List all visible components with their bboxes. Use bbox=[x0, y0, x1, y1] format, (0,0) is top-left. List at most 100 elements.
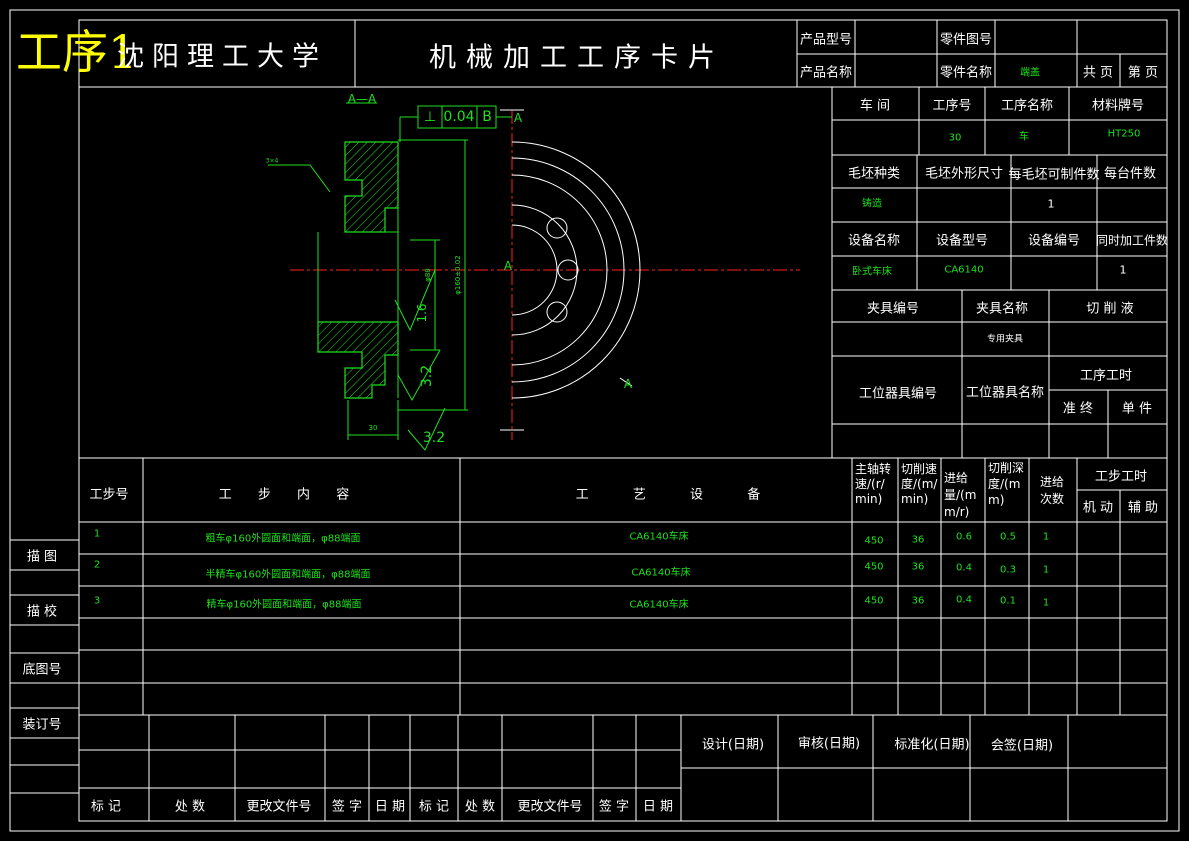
roughness-1: 1.6 bbox=[415, 303, 429, 323]
sidebar-trace: 描 图 bbox=[26, 549, 58, 565]
op-name-value: 车 bbox=[1019, 131, 1029, 143]
equip-model-value: CA6140 bbox=[944, 264, 984, 276]
roughness-3: 3.2 bbox=[422, 430, 446, 446]
col-step-no: 工步号 bbox=[89, 487, 129, 503]
col-aux: 辅 助 bbox=[1127, 500, 1159, 516]
footer-standard: 标准化(日期) bbox=[894, 737, 970, 753]
fixture-name-value: 专用夹具 bbox=[986, 334, 1024, 345]
parts-per-blank-label: 每毛坯可制件数 bbox=[1008, 167, 1100, 183]
step-spindle: 450 bbox=[864, 561, 884, 573]
leader-text: 3×4 bbox=[265, 157, 279, 165]
dim-diameter-2: φ160±0.02 bbox=[454, 255, 462, 295]
station-tool-name-label: 工位器具名称 bbox=[965, 385, 1045, 401]
equip-no-label: 设备编号 bbox=[1027, 233, 1081, 249]
sidebar-base-no: 底图号 bbox=[22, 662, 62, 678]
footer-sign: 签 字 bbox=[598, 799, 630, 815]
simul-parts-value: 1 bbox=[1119, 263, 1127, 277]
material-value: HT250 bbox=[1107, 128, 1141, 140]
dim-diameter-1: φ88 bbox=[424, 268, 432, 282]
step-speed: 36 bbox=[911, 595, 925, 607]
step-spindle: 450 bbox=[864, 535, 884, 547]
footer-countersign: 会签(日期) bbox=[990, 738, 1054, 754]
footer-change-doc: 更改文件号 bbox=[246, 799, 312, 815]
footer-count: 处 数 bbox=[174, 799, 206, 815]
part-name-label: 零件名称 bbox=[939, 65, 993, 81]
marker-a-center: A bbox=[503, 259, 513, 273]
step-equipment: CA6140车床 bbox=[631, 567, 691, 579]
card-title: 机械加工工序卡片 bbox=[429, 42, 725, 74]
blank-type-label: 毛坯种类 bbox=[847, 166, 901, 182]
product-name-label: 产品名称 bbox=[799, 65, 853, 81]
datum-label: B bbox=[482, 109, 492, 125]
step-passes: 1 bbox=[1042, 531, 1050, 543]
step-content: 半精车φ160外圆面和端面，φ88端面 bbox=[205, 569, 371, 581]
prep-label: 准 终 bbox=[1062, 401, 1094, 417]
sidebar-check: 描 校 bbox=[26, 604, 58, 620]
col-feed: 进给量/(mm/r) bbox=[944, 471, 977, 519]
step-no: 2 bbox=[93, 559, 101, 571]
page-label: 第 页 bbox=[1127, 65, 1159, 81]
step-speed: 36 bbox=[911, 534, 925, 546]
step-passes: 1 bbox=[1042, 597, 1050, 609]
step-feed: 0.6 bbox=[956, 531, 972, 543]
op-name-label: 工序名称 bbox=[1000, 98, 1054, 114]
step-passes: 1 bbox=[1042, 564, 1050, 576]
step-depth: 0.5 bbox=[1000, 531, 1016, 543]
col-equipment: 工 艺 设 备 bbox=[575, 487, 761, 503]
step-spindle: 450 bbox=[864, 595, 884, 607]
col-machine: 机 动 bbox=[1082, 500, 1114, 516]
op-no-value: 30 bbox=[948, 132, 962, 144]
footer-change-doc: 更改文件号 bbox=[517, 799, 583, 815]
dim-bottom: 30 bbox=[368, 424, 378, 432]
col-depth: 切削深度/(mm) bbox=[988, 461, 1025, 507]
part-drawing-no-label: 零件图号 bbox=[939, 32, 993, 48]
footer-mark: 标 记 bbox=[90, 799, 122, 815]
step-depth: 0.1 bbox=[1000, 595, 1016, 607]
footer-date: 日 期 bbox=[374, 799, 406, 815]
equip-name-label: 设备名称 bbox=[847, 233, 901, 249]
station-tool-no-label: 工位器具编号 bbox=[858, 386, 938, 402]
step-content: 粗车φ160外圆面和端面，φ88端面 bbox=[205, 533, 361, 545]
step-equipment: CA6140车床 bbox=[629, 531, 689, 543]
roughness-2: 3.2 bbox=[419, 364, 435, 388]
col-content: 工 步 内 容 bbox=[218, 487, 350, 503]
section-label: A—A bbox=[347, 92, 377, 106]
op-time-label: 工序工时 bbox=[1079, 368, 1133, 384]
marker-a-top: A bbox=[513, 111, 523, 125]
card-frame bbox=[9, 9, 1180, 832]
equip-name-value: 卧式车床 bbox=[852, 266, 892, 278]
parts-per-blank-value: 1 bbox=[1047, 197, 1055, 211]
simul-parts-label: 同时加工件数 bbox=[1095, 233, 1169, 248]
footer-count: 处 数 bbox=[464, 799, 496, 815]
blank-size-label: 毛坯外形尺寸 bbox=[924, 166, 1004, 182]
step-equipment: CA6140车床 bbox=[629, 599, 689, 611]
sidebar-binding-no: 装订号 bbox=[22, 717, 62, 733]
col-step-time: 工步工时 bbox=[1094, 469, 1148, 485]
parts-per-unit-label: 每台件数 bbox=[1103, 166, 1157, 182]
step-feed: 0.4 bbox=[956, 562, 972, 574]
material-label: 材料牌号 bbox=[1091, 98, 1145, 114]
step-no: 1 bbox=[93, 528, 101, 540]
step-feed: 0.4 bbox=[956, 594, 972, 606]
university-name: 沈阳理工大学 bbox=[117, 41, 327, 73]
part-name-value: 端盖 bbox=[1020, 67, 1040, 79]
step-content: 精车φ160外圆面和端面，φ88端面 bbox=[206, 599, 362, 611]
equip-model-label: 设备型号 bbox=[935, 233, 989, 249]
fixture-name-label: 夹具名称 bbox=[975, 301, 1029, 317]
footer-review: 审核(日期) bbox=[797, 736, 861, 752]
footer-sign: 签 字 bbox=[331, 799, 363, 815]
part-drawing bbox=[268, 102, 800, 451]
col-speed: 切削速度/(m/min) bbox=[901, 462, 938, 506]
marker-a-right: A bbox=[623, 377, 633, 391]
perpendicularity-icon: ⊥ bbox=[423, 109, 437, 125]
step-depth: 0.3 bbox=[1000, 564, 1016, 576]
footer-date: 日 期 bbox=[642, 799, 674, 815]
op-no-label: 工序号 bbox=[932, 98, 972, 114]
workshop-label: 车 间 bbox=[859, 98, 891, 114]
blank-type-value: 铸造 bbox=[862, 198, 882, 210]
product-model-label: 产品型号 bbox=[799, 32, 853, 48]
col-passes: 进给次数 bbox=[1040, 475, 1065, 506]
fixture-no-label: 夹具编号 bbox=[866, 301, 920, 317]
coolant-label: 切 削 液 bbox=[1086, 301, 1134, 317]
footer-design: 设计(日期) bbox=[701, 737, 765, 753]
